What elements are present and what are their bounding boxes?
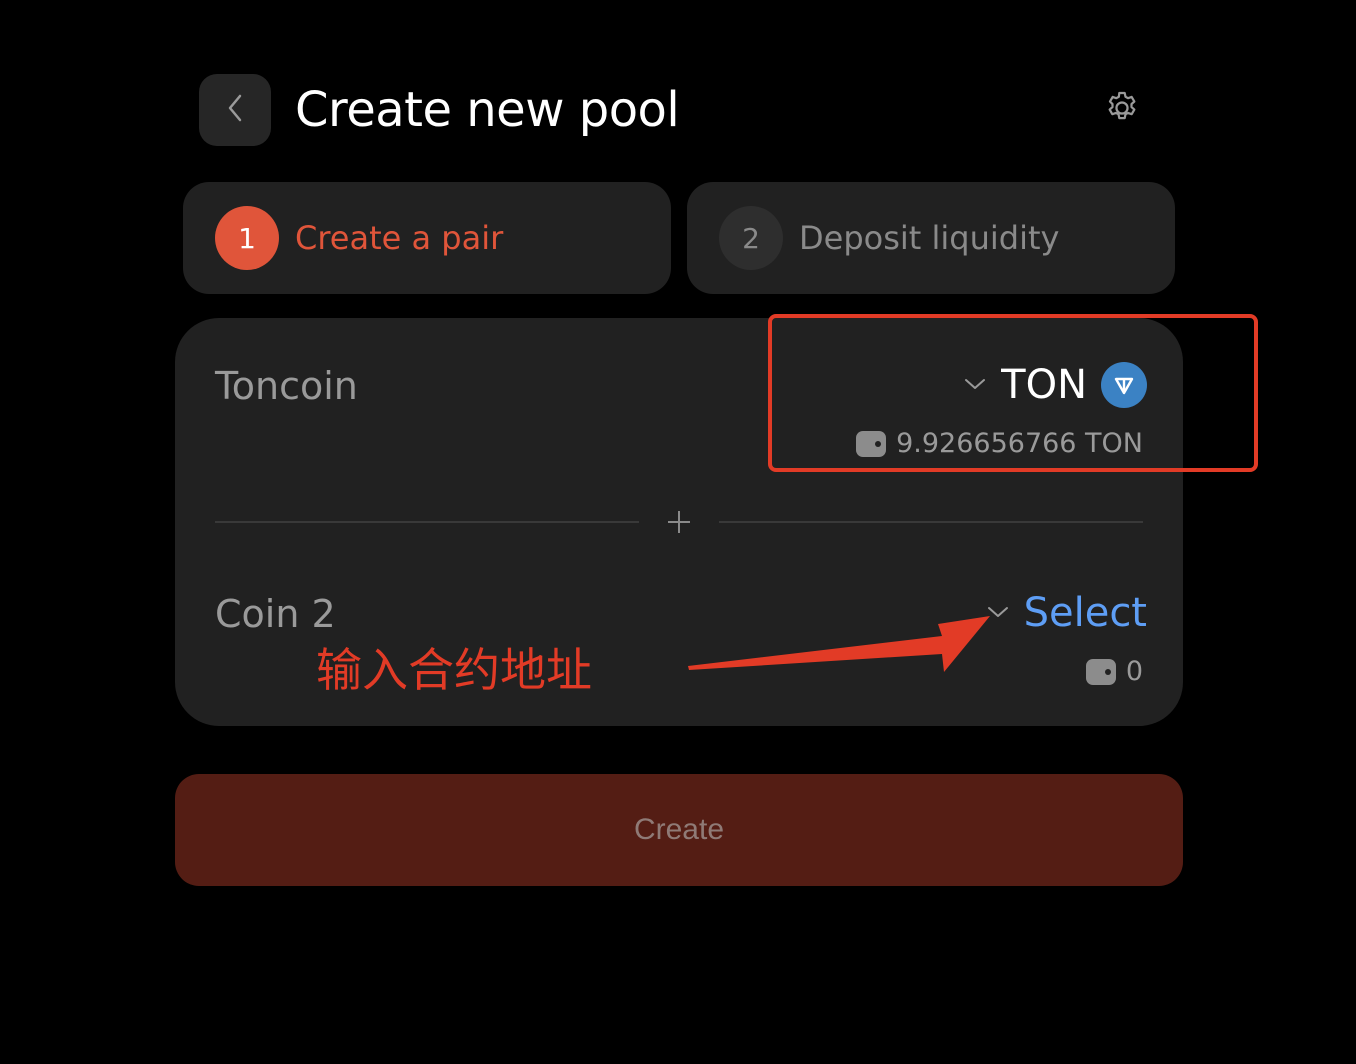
plus-icon — [667, 510, 691, 534]
annotation-arrow-icon — [680, 600, 1000, 690]
coin2-balance: 0 — [1085, 656, 1143, 687]
step-deposit-liquidity[interactable]: 2 Deposit liquidity — [687, 182, 1175, 294]
page: Create new pool 1 Create a pair 2 Deposi… — [0, 0, 1356, 1064]
divider — [215, 521, 639, 523]
divider — [719, 521, 1143, 523]
step-label: Create a pair — [295, 219, 504, 257]
settings-button[interactable] — [1100, 88, 1144, 132]
coin2-balance-value: 0 — [1125, 656, 1143, 687]
coin2-select-label: Select — [1023, 590, 1147, 636]
step-number: 1 — [215, 206, 279, 270]
create-button[interactable]: Create — [175, 774, 1183, 886]
step-create-pair[interactable]: 1 Create a pair — [183, 182, 671, 294]
chevron-left-icon — [224, 92, 246, 128]
step-label: Deposit liquidity — [799, 219, 1060, 257]
annotation-highlight-box — [768, 314, 1258, 472]
wallet-icon — [1085, 658, 1116, 685]
gear-icon — [1103, 89, 1141, 131]
coin2-select-button[interactable]: Select — [986, 590, 1147, 636]
step-number: 2 — [719, 206, 783, 270]
page-title: Create new pool — [295, 82, 680, 138]
coin1-name: Toncoin — [215, 364, 358, 408]
annotation-text: 输入合约地址 — [316, 643, 592, 697]
back-button[interactable] — [199, 74, 271, 146]
coin2-name: Coin 2 — [215, 592, 336, 636]
